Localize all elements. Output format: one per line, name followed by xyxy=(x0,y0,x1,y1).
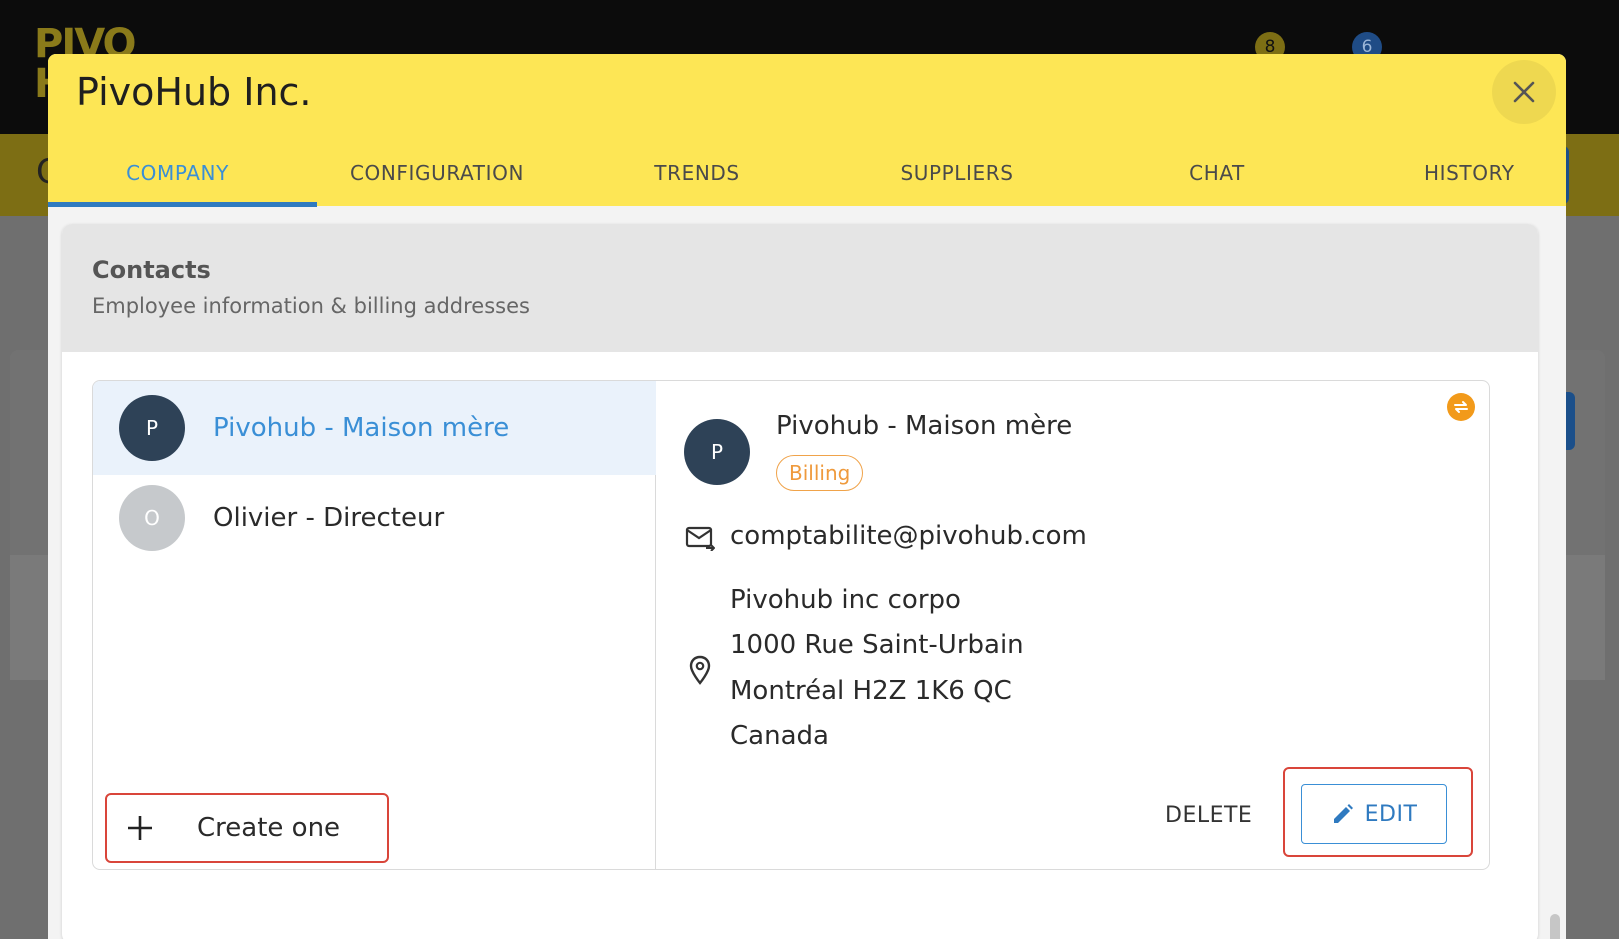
dialog-header: PivoHub Inc. COMPANY CONFIGURATION TREND… xyxy=(48,54,1566,207)
location-pin-icon xyxy=(689,655,711,685)
close-icon xyxy=(1513,81,1535,103)
contacts-title: Contacts xyxy=(92,256,211,284)
scrollbar-thumb[interactable] xyxy=(1550,914,1560,939)
tab-configuration[interactable]: CONFIGURATION xyxy=(307,140,567,206)
tab-history[interactable]: HISTORY xyxy=(1424,140,1566,206)
edit-label: EDIT xyxy=(1364,801,1418,827)
billing-badge: Billing xyxy=(776,455,864,491)
contact-email: comptabilite@pivohub.com xyxy=(730,521,1087,551)
detail-avatar: P xyxy=(684,419,750,485)
address-line: 1000 Rue Saint-Urbain xyxy=(730,630,1024,660)
address-line: Pivohub inc corpo xyxy=(730,585,961,615)
contact-name: Olivier - Directeur xyxy=(213,503,445,533)
create-contact-label: Create one xyxy=(197,813,341,843)
active-tab-indicator xyxy=(48,202,317,207)
delete-button[interactable]: DELETE xyxy=(1165,793,1252,837)
email-icon xyxy=(685,526,715,551)
tab-chat[interactable]: CHAT xyxy=(1087,140,1347,206)
dialog-tabs: COMPANY CONFIGURATION TRENDS SUPPLIERS C… xyxy=(48,140,1566,206)
dialog-title: PivoHub Inc. xyxy=(76,70,312,114)
company-dialog: PivoHub Inc. COMPANY CONFIGURATION TREND… xyxy=(48,54,1566,939)
contact-list-item[interactable]: O Olivier - Directeur xyxy=(93,471,656,565)
plus-icon xyxy=(128,816,152,840)
scrollbar-track[interactable] xyxy=(1542,206,1566,939)
contacts-panel-header: Contacts Employee information & billing … xyxy=(62,224,1538,352)
avatar: O xyxy=(119,485,185,551)
contact-list: P Pivohub - Maison mère O Olivier - Dire… xyxy=(93,381,656,869)
tab-company[interactable]: COMPANY xyxy=(48,140,307,206)
contact-detail: P Pivohub - Maison mère Billing comptabi… xyxy=(657,381,1489,869)
contact-list-item[interactable]: P Pivohub - Maison mère xyxy=(93,381,656,475)
address-line: Canada xyxy=(730,721,829,751)
tab-trends[interactable]: TRENDS xyxy=(567,140,827,206)
edit-button[interactable]: EDIT xyxy=(1301,784,1447,844)
contacts-box: P Pivohub - Maison mère O Olivier - Dire… xyxy=(92,380,1490,870)
avatar: P xyxy=(119,395,185,461)
address-line: Montréal H2Z 1K6 QC xyxy=(730,676,1012,706)
swap-icon[interactable] xyxy=(1447,393,1475,421)
contact-name: Pivohub - Maison mère xyxy=(213,413,510,443)
contacts-subtitle: Employee information & billing addresses xyxy=(92,294,530,318)
detail-contact-name: Pivohub - Maison mère xyxy=(776,411,1073,441)
contacts-panel: Contacts Employee information & billing … xyxy=(62,224,1538,939)
pencil-icon xyxy=(1333,804,1353,823)
tab-suppliers[interactable]: SUPPLIERS xyxy=(827,140,1087,206)
close-button[interactable] xyxy=(1492,60,1556,124)
create-contact-button[interactable]: Create one xyxy=(105,793,389,863)
